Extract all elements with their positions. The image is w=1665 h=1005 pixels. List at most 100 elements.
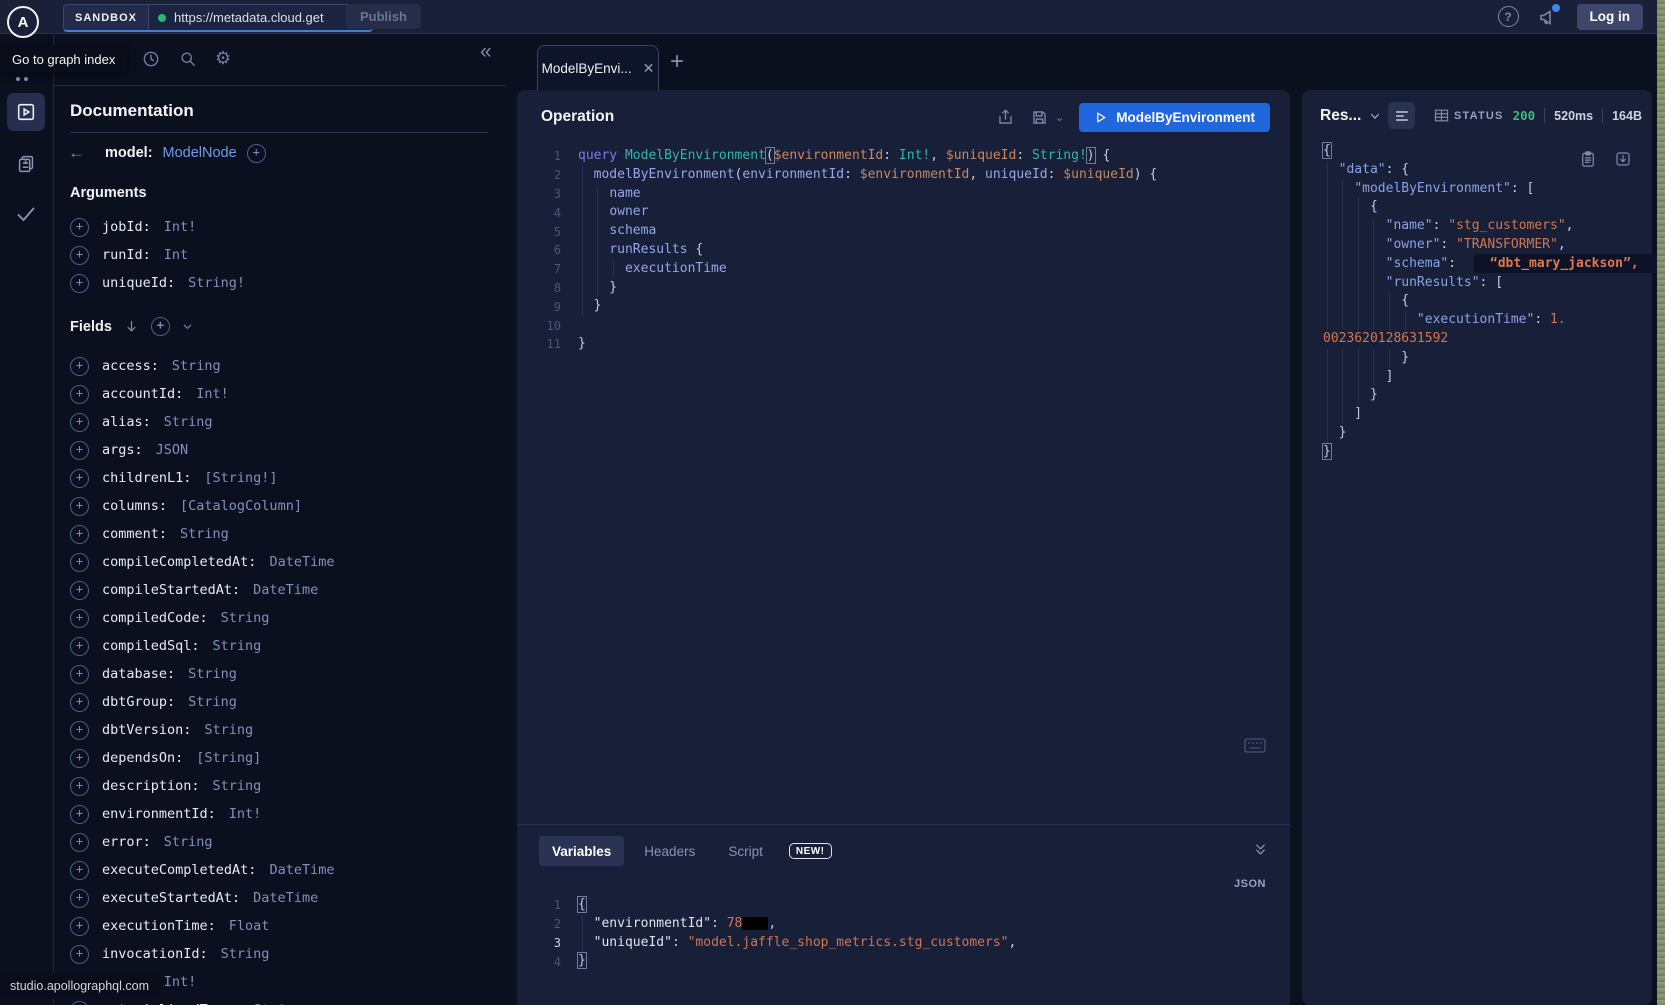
field-row[interactable]: +dbtGroup:String [70,692,237,712]
add-to-query-icon[interactable]: + [70,721,89,740]
collapse-sidebar-chevrons[interactable]: « [480,41,492,62]
download-icon[interactable] [1614,150,1632,168]
tab-variables[interactable]: Variables [539,836,624,866]
add-to-query-icon[interactable]: + [70,581,89,600]
tab-close-icon[interactable]: ✕ [643,60,655,77]
run-operation-button[interactable]: ModelByEnvironment [1079,103,1270,132]
response-code-line[interactable]: "name": "stg_customers", [1323,217,1648,236]
operation-code-line[interactable]: 1query ModelByEnvironment($environmentId… [517,147,1290,166]
response-code-line[interactable]: } [1323,349,1648,368]
response-code-line[interactable]: } [1323,424,1648,443]
field-row[interactable]: +args:JSON [70,440,188,460]
add-to-query-icon[interactable]: + [70,246,89,265]
response-code-line[interactable]: "modelByEnvironment": [ [1323,180,1648,199]
add-to-query-icon[interactable]: + [70,693,89,712]
response-code-line[interactable]: ] [1323,368,1648,387]
chevron-down-icon[interactable] [182,321,193,332]
publish-button[interactable]: Publish [346,4,421,29]
add-to-query-icon[interactable]: + [70,637,89,656]
collapse-panel-double-chevron-icon[interactable] [1253,842,1268,857]
field-row[interactable]: +compiledCode:String [70,608,269,628]
save-menu-chevron-icon[interactable]: ⌄ [1055,111,1064,124]
add-to-query-icon[interactable]: + [70,497,89,516]
add-to-query-icon[interactable]: + [70,469,89,488]
rail-item-explorer[interactable] [7,93,45,131]
field-row[interactable]: +dependsOn:[String] [70,748,261,768]
response-code-line[interactable]: { [1323,292,1648,311]
field-row[interactable]: +invocationId:String [70,944,269,964]
operation-tab[interactable]: ModelByEnvi... ✕ [537,45,659,91]
add-to-query-icon[interactable]: + [70,777,89,796]
operation-editor[interactable]: 1query ModelByEnvironment($environmentId… [517,147,1290,354]
field-row[interactable]: +description:String [70,776,261,796]
add-to-query-icon[interactable]: + [70,749,89,768]
share-icon[interactable] [996,108,1015,127]
back-arrow-icon[interactable]: ← [68,143,85,163]
type-name-link[interactable]: ModelNode [163,145,237,161]
copy-clipboard-icon[interactable] [1579,150,1597,168]
add-to-query-icon[interactable]: + [70,385,89,404]
response-code-line[interactable]: "owner": "TRANSFORMER", [1323,236,1648,255]
add-all-fields-icon[interactable]: + [247,144,266,163]
operation-code-line[interactable]: 8 } [517,279,1290,298]
field-row[interactable]: +executeCompletedAt:DateTime [70,860,334,880]
settings-gear-icon[interactable]: ⚙ [215,49,231,69]
add-to-query-icon[interactable]: + [70,218,89,237]
apollo-logo[interactable]: A [7,6,39,38]
field-row[interactable]: +alias:String [70,412,213,432]
field-row[interactable]: +comment:String [70,524,229,544]
field-row[interactable]: +childrenL1:[String!] [70,468,278,488]
field-row[interactable]: +compiledSql:String [70,636,261,656]
field-row[interactable]: +columns:[CatalogColumn] [70,496,302,516]
field-row[interactable]: +materializedType:String [70,1000,302,1005]
add-to-query-icon[interactable]: + [70,917,89,936]
variables-code-line[interactable]: 4} [517,952,1290,971]
raw-view-button[interactable] [1388,102,1415,129]
argument-row[interactable]: +runId:Int [70,245,188,265]
response-code-line[interactable]: "executionTime": 1. [1323,311,1648,330]
response-body[interactable]: { "data": { "modelByEnvironment": [ { "n… [1323,142,1648,462]
help-icon[interactable]: ? [1498,6,1519,27]
add-fields-icon[interactable]: + [151,317,170,336]
keyboard-shortcuts-icon[interactable] [1244,738,1266,753]
add-to-query-icon[interactable]: + [70,274,89,293]
add-to-query-icon[interactable]: + [70,1001,89,1005]
table-view-button[interactable] [1428,102,1455,129]
operation-code-line[interactable]: 3 name [517,185,1290,204]
response-title[interactable]: Res... [1320,107,1381,125]
add-to-query-icon[interactable]: + [70,553,89,572]
response-code-line[interactable]: 0023620128631592 [1323,330,1648,349]
operation-code-line[interactable]: 7 executionTime [517,260,1290,279]
response-code-line[interactable]: } [1323,386,1648,405]
response-code-line[interactable]: "schema": “dbt_mary_jackson”, [1323,255,1648,274]
operation-code-line[interactable]: 5 schema [517,222,1290,241]
operation-code-line[interactable]: 6 runResults { [517,241,1290,260]
field-row[interactable]: +database:String [70,664,237,684]
variables-code-line[interactable]: 1{ [517,896,1290,915]
field-row[interactable]: +environmentId:Int! [70,804,261,824]
field-row[interactable]: +error:String [70,832,213,852]
variables-editor[interactable]: 1{2 "environmentId": 78,3 "uniqueId": "m… [517,896,1290,971]
field-row[interactable]: +dbtVersion:String [70,720,253,740]
operation-code-line[interactable]: 11} [517,335,1290,354]
sort-down-arrow-icon[interactable] [124,319,139,334]
operation-code-line[interactable]: 2 modelByEnvironment(environmentId: $env… [517,166,1290,185]
response-code-line[interactable]: } [1323,443,1648,462]
add-to-query-icon[interactable]: + [70,665,89,684]
add-to-query-icon[interactable]: + [70,833,89,852]
add-to-query-icon[interactable]: + [70,861,89,880]
add-to-query-icon[interactable]: + [70,357,89,376]
operation-code-line[interactable]: 10 [517,316,1290,335]
announcements-megaphone-icon[interactable] [1538,7,1558,27]
argument-row[interactable]: +uniqueId:String! [70,273,245,293]
add-to-query-icon[interactable]: + [70,413,89,432]
add-to-query-icon[interactable]: + [70,441,89,460]
rail-item-checks[interactable] [7,195,45,233]
response-code-line[interactable]: ] [1323,405,1648,424]
save-icon[interactable] [1030,108,1049,127]
operation-code-line[interactable]: 4 owner [517,203,1290,222]
field-row[interactable]: +executeStartedAt:DateTime [70,888,318,908]
add-to-query-icon[interactable]: + [70,889,89,908]
rail-item-schema-diff[interactable] [7,145,45,183]
new-tab-button[interactable]: + [670,50,684,74]
